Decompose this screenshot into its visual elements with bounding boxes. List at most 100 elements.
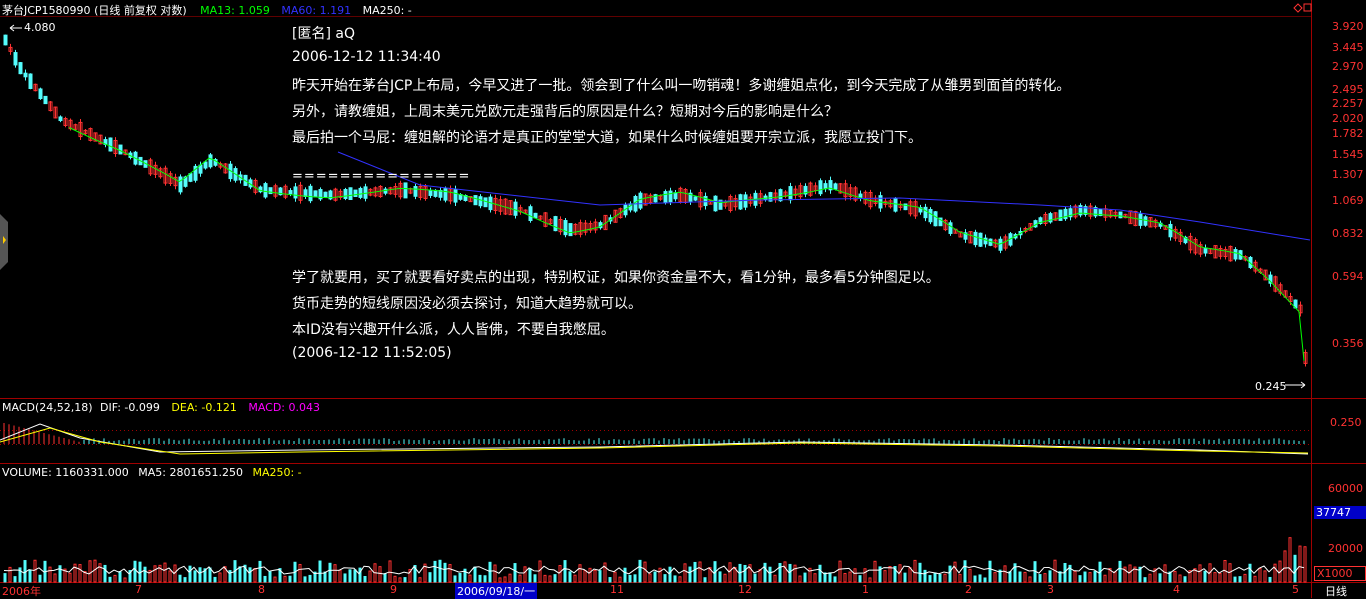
- macd-histogram: [3, 423, 1305, 444]
- volume-bar: [763, 562, 767, 583]
- macd-label[interactable]: MACD(24,52,18): [2, 401, 93, 414]
- volume-bar: [688, 566, 692, 583]
- volume-bar: [523, 566, 527, 583]
- candle-body: [638, 192, 643, 209]
- volume-bar: [393, 575, 397, 583]
- volume-bar: [628, 574, 632, 583]
- candle-body: [553, 216, 558, 232]
- price-tick: 2.495: [1332, 83, 1364, 96]
- volume-bar: [858, 575, 862, 583]
- volume-bar: [178, 574, 182, 583]
- volume-bar: [563, 560, 567, 583]
- volume-bar: [238, 566, 242, 583]
- symbol-name[interactable]: 茅台JCP1: [2, 4, 49, 17]
- volume-bar: [963, 560, 967, 583]
- reply-time: (2006-12-12 11:52:05): [292, 345, 452, 361]
- candle-body: [833, 183, 838, 190]
- date-tick: 7: [135, 583, 142, 596]
- volume-bar: [443, 562, 447, 583]
- volume-bar: [468, 574, 472, 583]
- volume-bar: [248, 567, 252, 583]
- volume-bar: [1143, 577, 1147, 583]
- window-diamond-icon[interactable]: [1293, 3, 1303, 13]
- candle-body: [353, 189, 358, 197]
- volume-label[interactable]: VOLUME: 1160331.000: [2, 466, 129, 479]
- volume-bar: [48, 566, 52, 583]
- volume-bar: [1263, 570, 1267, 583]
- candle-body: [178, 176, 183, 193]
- volume-bar: [973, 575, 977, 583]
- volume-bar: [258, 560, 262, 583]
- candle-body: [1118, 211, 1123, 219]
- period-label[interactable]: 日线: [1325, 583, 1347, 599]
- volume-bar: [798, 575, 802, 583]
- volume-bar: [1218, 572, 1222, 583]
- candle-body: [358, 187, 363, 198]
- comment-para-1: 昨天开始在茅台JCP上布局，今早又进了一批。领会到了什么叫一吻销魂！多谢缠姐点化…: [292, 78, 1071, 94]
- candle-body: [343, 189, 348, 199]
- price-tick: 1.545: [1332, 148, 1364, 161]
- volume-bar: [1288, 537, 1292, 583]
- date-tick: 12: [738, 583, 752, 596]
- reply-para-3: 本ID没有兴趣开什么派，人人皆佛，不要自我憋屈。: [292, 322, 615, 338]
- volume-bar: [1103, 574, 1107, 583]
- volume-tick-60000: 60000: [1328, 482, 1363, 495]
- ma13-line: [68, 127, 1305, 361]
- volume-bar: [593, 569, 597, 583]
- volume-bar: [303, 576, 307, 583]
- volume-bar: [28, 569, 32, 583]
- volume-bar: [778, 563, 782, 583]
- volume-bar: [88, 560, 92, 583]
- volume-bar: [483, 575, 487, 583]
- candle-body: [983, 237, 988, 245]
- volume-bar: [1003, 565, 1007, 583]
- candle-body: [568, 223, 573, 237]
- volume-bar: [208, 567, 212, 583]
- ma13-value: MA13: 1.059: [200, 4, 270, 17]
- volume-bar: [843, 573, 847, 583]
- candle-body: [668, 190, 673, 203]
- volume-ma250: MA250: -: [252, 466, 302, 479]
- volume-bar: [978, 574, 982, 583]
- date-tick: 1: [862, 583, 869, 596]
- candle-body: [13, 52, 18, 66]
- price-tick: 1.307: [1332, 168, 1364, 181]
- candle-body: [713, 195, 718, 212]
- volume-bar: [168, 570, 172, 583]
- candle-body: [483, 197, 488, 208]
- volume-bar: [813, 573, 817, 583]
- date-tick: 9: [390, 583, 397, 596]
- candle-body: [443, 188, 448, 201]
- macd-header: MACD(24,52,18) DIF: -0.099 DEA: -0.121 M…: [2, 401, 320, 414]
- candle-body: [433, 189, 438, 197]
- volume-bar: [1178, 574, 1182, 583]
- volume-bar: [883, 570, 887, 583]
- volume-bar: [68, 572, 72, 583]
- volume-bar: [38, 574, 42, 583]
- volume-ma5: MA5: 2801651.250: [138, 466, 243, 479]
- volume-bar: [428, 572, 432, 583]
- volume-bar: [1198, 564, 1202, 583]
- reply-para-1: 学了就要用，买了就要看好卖点的出现，特别权证，如果你资金量不大，看1分钟，最多看…: [292, 270, 940, 286]
- min-arrow-icon: [1285, 381, 1306, 389]
- volume-bar: [388, 560, 392, 583]
- volume-bar: [1083, 571, 1087, 583]
- candle-body: [563, 220, 568, 236]
- volume-bar: [348, 569, 352, 583]
- reply-para-2: 货币走势的短线原因没必须去探讨，知道大趋势就可以。: [292, 296, 642, 312]
- volume-bar: [818, 564, 822, 583]
- volume-bar: [618, 576, 622, 583]
- volume-bar: [378, 566, 382, 583]
- date-tick: 4: [1173, 583, 1180, 596]
- window-square-icon[interactable]: [1303, 3, 1312, 12]
- candle-body: [1203, 247, 1208, 254]
- candle-body: [788, 186, 793, 201]
- candle-body: [933, 211, 938, 227]
- symbol-code: 580990: [48, 4, 91, 17]
- volume-bar: [638, 559, 642, 583]
- comment-divider: ===============: [292, 169, 471, 184]
- candle-body: [928, 209, 933, 223]
- volume-bar: [923, 569, 927, 583]
- candle-body: [58, 116, 63, 122]
- candle-body: [973, 231, 978, 246]
